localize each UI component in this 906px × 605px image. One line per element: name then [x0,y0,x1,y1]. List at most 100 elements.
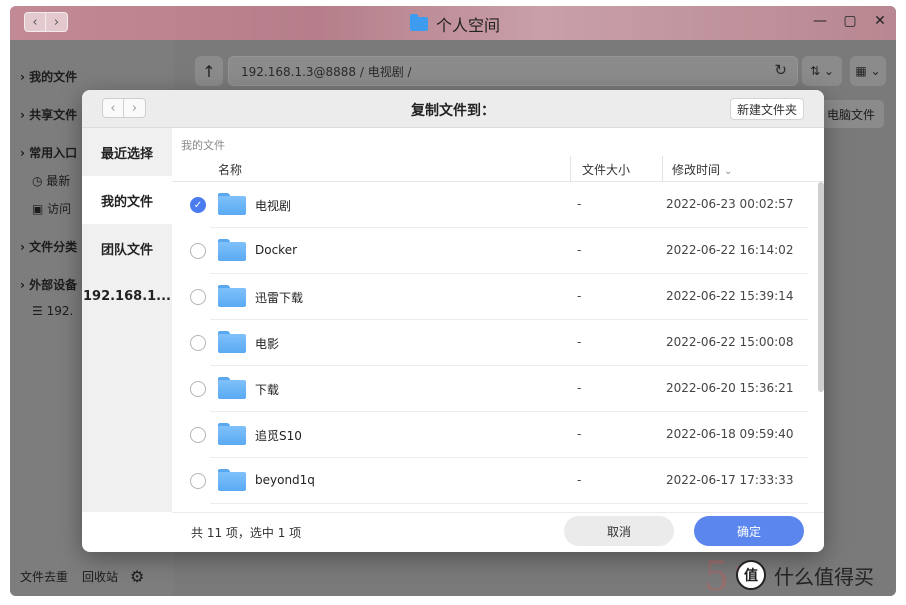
file-modified-time: 2022-06-20 15:36:21 [666,381,794,395]
breadcrumb[interactable]: 我的文件 [181,137,225,153]
folder-icon [410,14,428,31]
watermark-logo: 值 [736,560,766,590]
scrollbar[interactable] [818,182,824,512]
folder-icon [218,331,246,353]
dialog-file-list: 我的文件 名称 文件大小 修改时间 ⌄ ✓ 电视剧 - 2022-06-23 00:02… [172,128,824,512]
dialog-sidebar: 最近选择 我的文件 团队文件 192.168.1... [82,128,172,512]
folder-icon [218,377,246,399]
background-footer: 文件去重 回收站 ⚙ [10,556,174,596]
file-modified-time: 2022-06-22 15:00:08 [666,335,794,349]
file-size: - [577,381,582,395]
bg-sidebar-item-shared[interactable]: › 共享文件 [20,106,77,123]
row-divider [210,503,808,504]
up-arrow-icon[interactable]: ↑ [195,56,223,86]
recycle-bin-button[interactable]: 回收站 [80,565,120,588]
confirm-button[interactable]: 确定 [694,516,804,546]
new-folder-button[interactable]: 新建文件夹 [729,98,804,120]
window-title: 个人空间 [410,12,500,36]
table-row[interactable]: ✓ 电视剧 - 2022-06-23 00:02:57 [172,182,818,228]
file-name: beyond1q [255,473,315,487]
bg-sidebar-item-categories[interactable]: › 文件分类 [20,238,77,255]
copy-to-dialog: ‹ › 复制文件到： 新建文件夹 最近选择 我的文件 团队文件 192.168.… [82,90,824,552]
file-modified-time: 2022-06-18 09:59:40 [666,427,794,441]
dialog-sidebar-item-team-files[interactable]: 团队文件 [82,224,172,272]
file-name: 迅雷下载 [255,291,304,305]
radio-button[interactable] [190,335,206,351]
grid-view-button[interactable]: ▦ ⌄ [850,56,886,86]
file-size: - [577,243,582,257]
bg-sidebar-item-my-files[interactable]: › 我的文件 [20,68,77,85]
folder-icon [218,469,246,491]
column-divider [570,156,571,182]
bg-sidebar-item-host[interactable]: ☰ 192. [32,304,73,318]
file-size: - [577,427,582,441]
column-size[interactable]: 文件大小 [582,161,630,178]
table-header: 名称 文件大小 修改时间 ⌄ [172,156,824,182]
file-size: - [577,197,582,211]
bg-sidebar-item-favorites[interactable]: › 常用入口 [20,144,77,161]
selection-status: 共 11 项，选中 1 项 [191,526,302,540]
table-row[interactable]: Docker - 2022-06-22 16:14:02 [172,228,818,274]
maximize-icon[interactable]: ▢ [842,13,858,29]
window-controls: — ▢ ✕ [812,13,888,29]
file-name: 电影 [255,337,280,351]
table-row[interactable]: 电影 - 2022-06-22 15:00:08 [172,320,818,366]
cancel-button[interactable]: 取消 [564,516,674,546]
close-icon[interactable]: ✕ [872,13,888,29]
bg-sidebar-item-devices[interactable]: › 外部设备 [20,276,77,293]
file-size: - [577,335,582,349]
dialog-sidebar-item-my-files[interactable]: 我的文件 [82,176,172,224]
sort-view-button[interactable]: ⇅ ⌄ [802,56,842,86]
table-row[interactable]: beyond1q - 2022-06-17 17:33:33 [172,458,818,504]
file-modified-time: 2022-06-22 16:14:02 [666,243,794,257]
folder-icon [218,239,246,261]
radio-button[interactable] [190,289,206,305]
dialog-footer: 共 11 项，选中 1 项 取消 确定 [172,512,824,552]
dialog-sidebar-item-host[interactable]: 192.168.1... [82,272,172,320]
watermark: 值 什么值得买 [736,560,874,590]
file-name: 下载 [255,383,280,397]
file-modified-time: 2022-06-17 17:33:33 [666,473,794,487]
dedupe-button[interactable]: 文件去重 [18,565,70,588]
file-size: - [577,473,582,487]
address-text: 192.168.1.3@8888 / 电视剧 / [241,65,412,79]
file-size: - [577,289,582,303]
address-bar[interactable]: 192.168.1.3@8888 / 电视剧 / ↻ [228,56,798,86]
dialog-header: ‹ › 复制文件到： 新建文件夹 [82,90,824,128]
file-modified-time: 2022-06-22 15:39:14 [666,289,794,303]
file-modified-time: 2022-06-23 00:02:57 [666,197,794,211]
file-name: Docker [255,243,298,257]
watermark-text: 什么值得买 [774,564,874,589]
table-row[interactable]: 追觅S10 - 2022-06-18 09:59:40 [172,412,818,458]
gear-icon[interactable]: ⚙ [130,567,144,586]
column-time[interactable]: 修改时间 ⌄ [672,161,732,178]
table-row[interactable]: 下载 - 2022-06-20 15:36:21 [172,366,818,412]
bg-sidebar-item-visited[interactable]: ▣ 访问 [32,200,71,217]
column-name[interactable]: 名称 [218,161,242,178]
checked-radio-icon[interactable]: ✓ [190,197,206,213]
folder-icon [218,285,246,307]
back-icon[interactable]: ‹ [24,12,46,32]
pc-files-button[interactable]: 电脑文件 [818,100,884,128]
column-divider [662,156,663,182]
chevron-down-icon: ⌄ [724,166,733,177]
folder-icon [218,423,246,445]
radio-button[interactable] [190,473,206,489]
forward-icon[interactable]: › [46,12,68,32]
scrollbar-thumb[interactable] [818,182,824,392]
dialog-title: 复制文件到： [411,103,495,119]
bg-sidebar-item-recent[interactable]: ◷ 最新 [32,172,70,189]
dialog-sidebar-item-recent[interactable]: 最近选择 [82,128,172,176]
radio-button[interactable] [190,427,206,443]
window-titlebar: ‹ › 个人空间 — ▢ ✕ [10,6,896,40]
folder-icon [218,193,246,215]
radio-button[interactable] [190,381,206,397]
minimize-icon[interactable]: — [812,13,828,29]
window-title-text: 个人空间 [436,16,501,35]
file-name: 电视剧 [255,199,292,213]
file-name: 追觅S10 [255,429,302,443]
table-row[interactable]: 迅雷下载 - 2022-06-22 15:39:14 [172,274,818,320]
radio-button[interactable] [190,243,206,259]
refresh-icon[interactable]: ↻ [774,61,787,79]
window-nav: ‹ › [24,12,68,32]
